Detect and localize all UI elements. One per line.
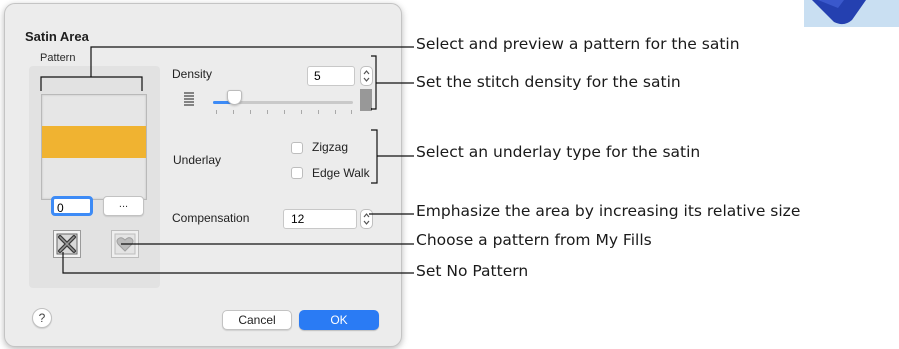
callout-underlay: Select an underlay type for the satin <box>416 143 701 161</box>
callout-my-fills: Choose a pattern from My Fills <box>416 231 652 249</box>
callout-density: Set the stitch density for the satin <box>416 73 681 91</box>
callout-no-pattern: Set No Pattern <box>416 262 529 280</box>
callout-pattern: Select and preview a pattern for the sat… <box>416 35 740 53</box>
callout-compensation: Emphasize the area by increasing its rel… <box>416 202 801 220</box>
